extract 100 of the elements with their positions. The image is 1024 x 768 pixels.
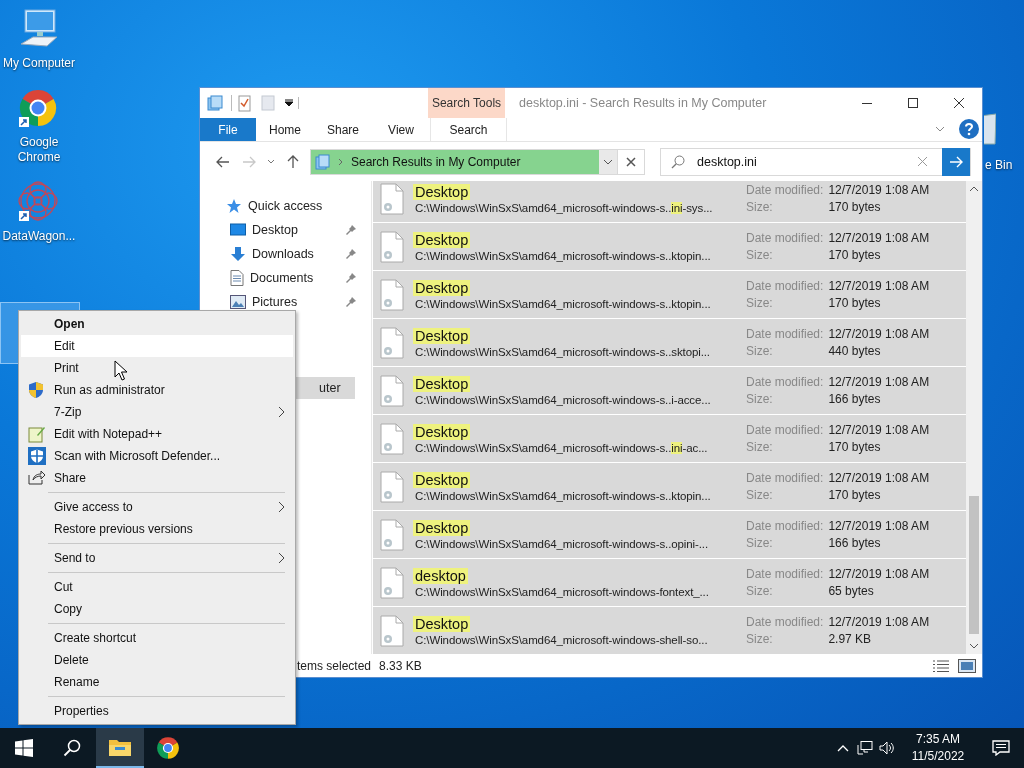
- file-name: Desktop: [413, 279, 471, 296]
- notifications-icon[interactable]: [992, 740, 1010, 756]
- go-button[interactable]: [942, 147, 970, 176]
- desktop-icon-label[interactable]: DataWagon...: [2, 229, 76, 244]
- folder-icon: [108, 737, 132, 757]
- customize-caret-icon[interactable]: [283, 95, 301, 111]
- desktop-icon-label[interactable]: Google Chrome: [1, 135, 77, 165]
- properties-icon[interactable]: [231, 94, 253, 112]
- nav-item[interactable]: Desktop: [200, 218, 357, 242]
- file-path: C:\Windows\WinSxS\amd64_microsoft-windows-shell-so...: [415, 633, 709, 646]
- settings-file-icon: [379, 470, 405, 503]
- scrollbar-thumb[interactable]: [969, 496, 979, 634]
- date-label: Date modified:: [746, 471, 824, 485]
- file-name: Desktop: [413, 423, 471, 440]
- folder-taskbar-button[interactable]: [96, 728, 144, 768]
- stop-search-button[interactable]: [618, 148, 645, 175]
- result-row[interactable]: Desktop C:\Windows\WinSxS\amd64_microsoft-windows-s..i-acce... Date modified: 12/7/2019 1:08 AM Size: 166 bytes: [373, 367, 966, 415]
- menu-item[interactable]: Print: [21, 357, 293, 379]
- menu-item[interactable]: Scan with Microsoft Defender...: [21, 445, 293, 467]
- nav-item[interactable]: Downloads: [200, 242, 357, 266]
- address-bar[interactable]: Search Results in My Computer: [310, 148, 618, 175]
- size-value: 170 bytes: [828, 488, 882, 502]
- menu-item[interactable]: Delete: [21, 649, 293, 671]
- back-icon[interactable]: [216, 155, 230, 168]
- file-path: C:\Windows\WinSxS\amd64_microsoft-windows-s..ktopin...: [415, 297, 712, 310]
- menu-item[interactable]: Properties: [21, 700, 293, 722]
- size-value: 170 bytes: [828, 248, 882, 262]
- ribbon-tab[interactable]: View: [372, 118, 430, 141]
- tiles-view-icon[interactable]: [958, 658, 976, 673]
- menu-item[interactable]: Send to: [21, 547, 293, 569]
- file-name: Desktop: [413, 375, 471, 392]
- file-name: Desktop: [413, 615, 471, 632]
- search-icon[interactable]: [63, 739, 81, 757]
- result-row[interactable]: Desktop C:\Windows\WinSxS\amd64_microsoft-windows-s..ktopin... Date modified: 12/7/2019 1:08 AM Size: 170 bytes: [373, 463, 966, 511]
- settings-file-icon: [379, 422, 405, 455]
- desktop-icon-label[interactable]: My Computer: [3, 56, 75, 71]
- maximize-icon[interactable]: [908, 98, 918, 108]
- ribbon-tab[interactable]: Share: [314, 118, 372, 141]
- menu-item[interactable]: Cut: [21, 576, 293, 598]
- size-label: Size:: [746, 440, 774, 454]
- menu-item[interactable]: Restore previous versions: [21, 518, 293, 540]
- size-value: 166 bytes: [828, 392, 882, 406]
- settings-file-icon: [379, 278, 405, 311]
- size-value: 65 bytes: [828, 584, 875, 598]
- folder-icon[interactable]: [207, 95, 223, 111]
- menu-item[interactable]: 7-Zip: [21, 401, 293, 423]
- caret-up-icon[interactable]: [837, 744, 849, 752]
- volume-icon[interactable]: [879, 741, 895, 755]
- menu-item[interactable]: Edit with Notepad++: [21, 423, 293, 445]
- size-label: Size:: [746, 392, 774, 406]
- size-value: 170 bytes: [828, 440, 882, 454]
- result-row[interactable]: Desktop C:\Windows\WinSxS\amd64_microsoft-windows-s..ini-ac... Date modified: 12/7/2019 1:08 AM Size: 170 bytes: [373, 415, 966, 463]
- settings-file-icon: [379, 566, 405, 599]
- result-row[interactable]: Desktop C:\Windows\WinSxS\amd64_microsoft-windows-shell-so... Date modified: 12/7/2019 1:08 AM Size: 2.97 KB: [373, 607, 966, 654]
- menu-item[interactable]: Copy: [21, 598, 293, 620]
- menu-item[interactable]: Create shortcut: [21, 627, 293, 649]
- clock[interactable]: 7:35 AM 11/5/2022: [898, 728, 978, 768]
- result-row[interactable]: desktop C:\Windows\WinSxS\amd64_microsoft-windows-fontext_... Date modified: 12/7/2019 1:08 AM Size: 65 bytes: [373, 559, 966, 607]
- size-label: Size:: [746, 584, 774, 598]
- menu-item[interactable]: Rename: [21, 671, 293, 693]
- up-icon[interactable]: [287, 154, 299, 169]
- search-icon: [671, 154, 685, 169]
- share-icon: [28, 469, 46, 485]
- ribbon-tab[interactable]: Home: [256, 118, 314, 141]
- selection-count: tems selected: [297, 658, 372, 673]
- menu-item[interactable]: Give access to: [21, 496, 293, 518]
- shield-icon: [28, 447, 46, 465]
- notepad-icon: [28, 425, 46, 443]
- menu-item[interactable]: Edit: [21, 335, 293, 357]
- ribbon-tab[interactable]: File: [200, 118, 256, 141]
- network-icon[interactable]: [857, 741, 873, 755]
- date-value: 12/7/2019 1:08 AM: [828, 231, 930, 245]
- close-icon[interactable]: [954, 98, 964, 108]
- result-row[interactable]: Desktop C:\Windows\WinSxS\amd64_microsoft-windows-s..sktopi... Date modified: 12/7/2019 1:08 AM Size: 440 bytes: [373, 319, 966, 367]
- scroll-down-icon[interactable]: [969, 643, 979, 649]
- desktop-icon-label[interactable]: e Bin: [985, 158, 1013, 172]
- scroll-up-icon[interactable]: [969, 186, 979, 192]
- help-icon[interactable]: [958, 118, 980, 140]
- star-icon: [226, 198, 242, 214]
- result-row[interactable]: Desktop C:\Windows\WinSxS\amd64_microsoft-windows-s..opini-... Date modified: 12/7/2019 1:08 AM Size: 166 bytes: [373, 511, 966, 559]
- nav-item[interactable]: Pictures: [200, 290, 357, 314]
- file-name: Desktop: [413, 183, 471, 200]
- clear-icon[interactable]: [917, 156, 928, 167]
- date-label: Date modified:: [746, 279, 824, 293]
- result-row[interactable]: Desktop C:\Windows\WinSxS\amd64_microsoft-windows-s..ktopin... Date modified: 12/7/2019 1:08 AM Size: 170 bytes: [373, 223, 966, 271]
- size-value: 440 bytes: [828, 344, 882, 358]
- menu-item[interactable]: Run as administrator: [21, 379, 293, 401]
- search-field[interactable]: desktop.ini: [660, 147, 971, 176]
- scrollbar[interactable]: [966, 181, 982, 654]
- ribbon-tab[interactable]: Search: [430, 118, 507, 141]
- windows-logo-icon[interactable]: [15, 739, 33, 757]
- nav-item[interactable]: Documents: [200, 266, 357, 290]
- dropdown-caret-icon[interactable]: [267, 158, 275, 165]
- size-label: Size:: [746, 296, 774, 310]
- nav-item[interactable]: Quick access: [200, 194, 357, 218]
- result-row[interactable]: Desktop C:\Windows\WinSxS\amd64_microsoft-windows-s..ini-sys... Date modified: 12/7/2019 1:08 AM Size: 170 bytes: [373, 181, 966, 223]
- menu-item[interactable]: Share: [21, 467, 293, 489]
- menu-item[interactable]: Open: [21, 313, 293, 335]
- details-view-icon[interactable]: [932, 658, 950, 673]
- result-row[interactable]: Desktop C:\Windows\WinSxS\amd64_microsoft-windows-s..ktopin... Date modified: 12/7/2019 1:08 AM Size: 170 bytes: [373, 271, 966, 319]
